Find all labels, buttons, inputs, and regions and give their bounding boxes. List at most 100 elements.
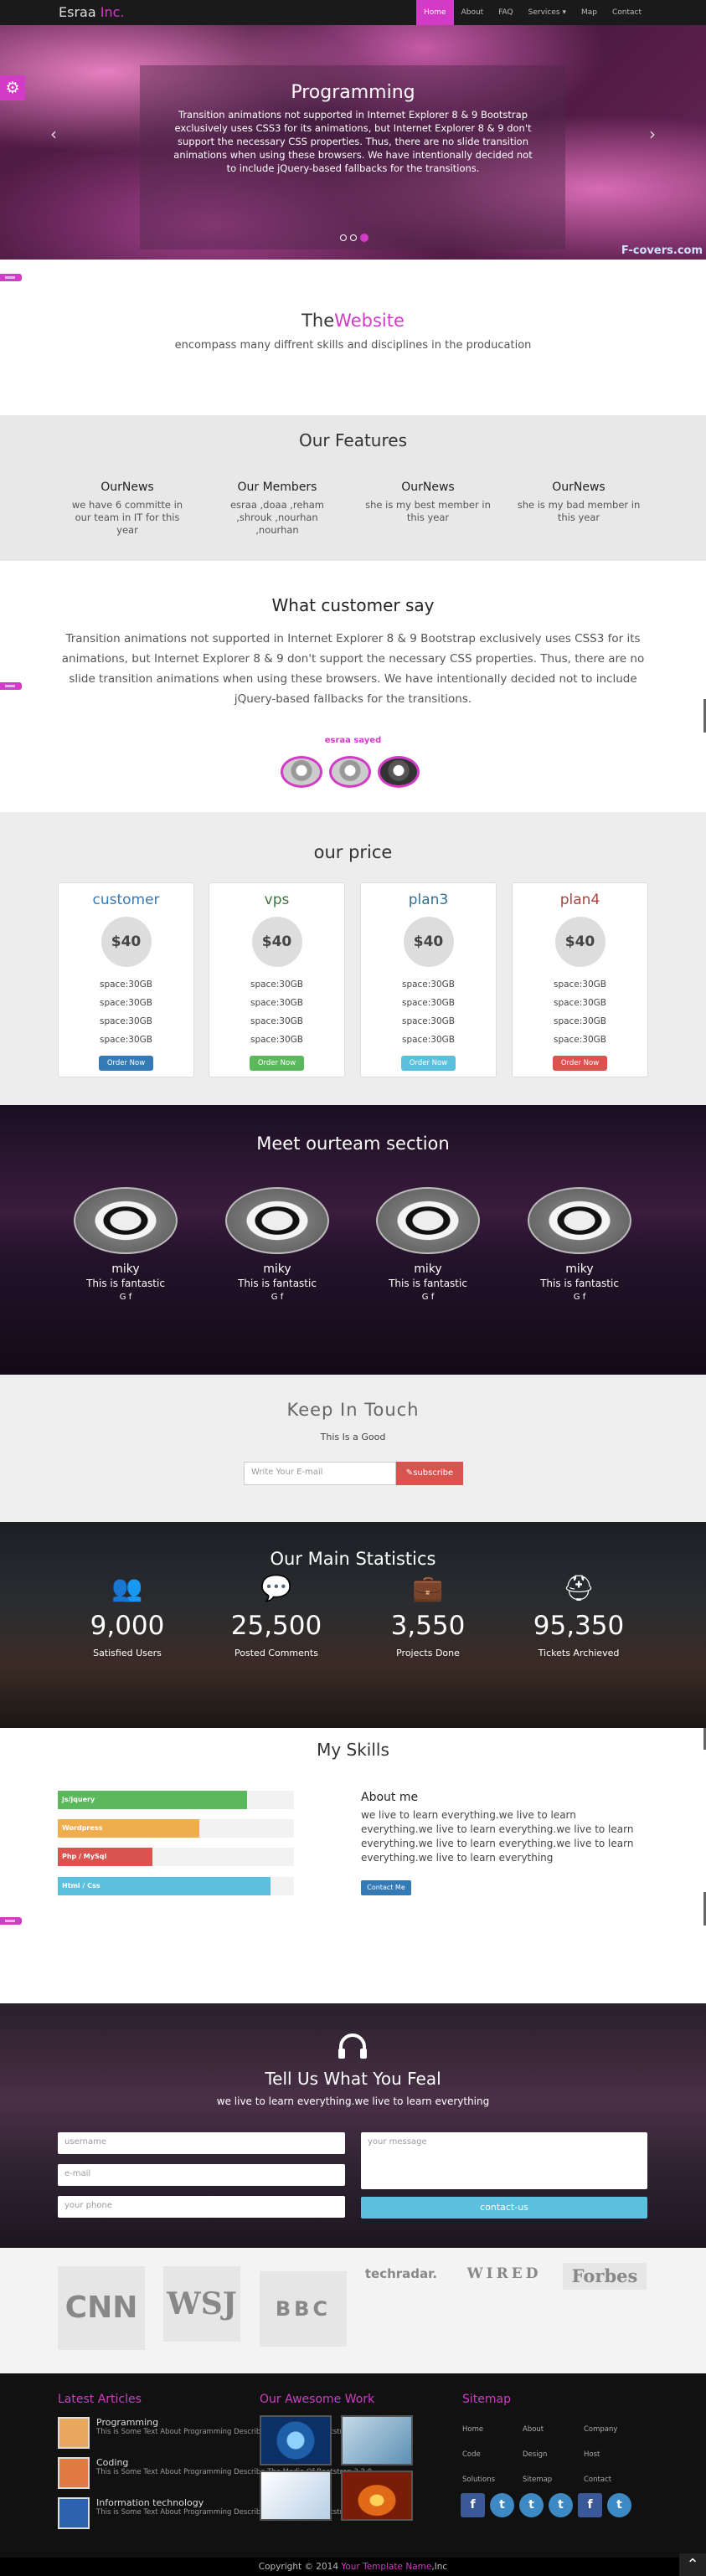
contact-section: Tell Us What You Feal we live to learn e… <box>0 2003 706 2248</box>
testimonial-thumb[interactable] <box>329 756 371 788</box>
gallery-image[interactable] <box>260 2471 332 2521</box>
stat-label: Projects Done <box>396 1648 460 1658</box>
stat-label: Tickets Archieved <box>538 1648 620 1658</box>
order-now-button[interactable]: Order Now <box>400 1056 456 1071</box>
plan-feature: space:30GB <box>99 1035 153 1045</box>
stat-value: 95,350 <box>533 1611 625 1641</box>
subscribe-button[interactable]: ✎subscribe <box>396 1462 463 1485</box>
plan-feature: space:30GB <box>250 979 304 990</box>
sitemap-link[interactable]: Company <box>584 2425 617 2434</box>
nav-services[interactable]: Services ▾ <box>521 0 574 25</box>
order-now-button[interactable]: Order Now <box>98 1056 154 1071</box>
article-thumbnail <box>58 2417 90 2449</box>
skill-progress: Php / MySql <box>58 1848 294 1866</box>
twitter-icon[interactable]: t <box>549 2493 573 2517</box>
comments-icon: 💬 <box>260 1574 292 1603</box>
testimonial-thumb-active[interactable] <box>378 756 420 788</box>
feature-text: she is my bad member in this year <box>517 499 641 523</box>
twitter-icon[interactable]: t <box>519 2493 544 2517</box>
team-avatar <box>528 1187 631 1254</box>
plan-feature: space:30GB <box>553 1035 607 1045</box>
gallery-image[interactable] <box>260 2415 332 2465</box>
sitemap-link[interactable]: Code <box>462 2450 481 2459</box>
features-title: Our Features <box>299 430 407 450</box>
website-heading: TheWebsite <box>0 311 706 331</box>
plan-feature: space:30GB <box>99 979 153 990</box>
username-input[interactable]: username <box>58 2132 345 2154</box>
users-icon: 👥 <box>111 1574 143 1603</box>
feature-title: OurNews <box>100 481 154 494</box>
carousel-indicator-2[interactable] <box>350 234 357 241</box>
plan-feature: space:30GB <box>250 998 304 1008</box>
contact-us-button[interactable]: contact-us <box>361 2197 647 2219</box>
team-member: miky This is fantastic G f <box>369 1187 487 1302</box>
message-textarea[interactable]: your message <box>361 2132 647 2189</box>
footer: Latest Articles Programming This is Some… <box>0 2373 706 2558</box>
carousel-indicator-3[interactable] <box>360 234 368 242</box>
plan-feature: space:30GB <box>250 1035 304 1045</box>
copyright-name[interactable]: Your Template Name <box>341 2562 431 2572</box>
headphones-icon <box>338 2034 367 2059</box>
gear-icon[interactable]: ⚙ <box>0 75 25 100</box>
nav-map[interactable]: Map <box>574 0 605 25</box>
contact-me-button[interactable]: Contact Me <box>361 1880 411 1895</box>
feature-item: OurNews she is my best member in this ye… <box>365 481 491 524</box>
brand-logo[interactable]: Esraa Inc. <box>59 4 124 20</box>
pricing-card: plan4 $40 space:30GB space:30GB space:30GB sp… <box>512 882 648 1077</box>
team-title: Meet ourteam section <box>256 1134 450 1154</box>
team-name: miky <box>263 1262 291 1276</box>
nav-about[interactable]: About <box>454 0 492 25</box>
sitemap-link[interactable]: Contact <box>584 2476 611 2484</box>
team-role: This is fantastic <box>86 1278 165 1289</box>
carousel-prev-icon[interactable]: ‹ <box>50 124 57 144</box>
nav-contact[interactable]: Contact <box>605 0 649 25</box>
team-social-icons[interactable]: G f <box>521 1293 638 1302</box>
side-marker <box>0 274 22 281</box>
twitter-icon[interactable]: t <box>490 2493 514 2517</box>
plan-feature: space:30GB <box>553 979 607 990</box>
feature-title: OurNews <box>401 481 455 494</box>
nav-home[interactable]: Home <box>416 0 454 25</box>
team-social-icons[interactable]: G f <box>219 1293 336 1302</box>
copyright-suffix: ,Inc <box>431 2562 448 2572</box>
lifebuoy-icon: ⛑ <box>562 1574 595 1603</box>
team-social-icons[interactable]: G f <box>369 1293 487 1302</box>
plan-feature: space:30GB <box>401 979 456 990</box>
bbc-logo: BBC <box>260 2271 347 2347</box>
email-input[interactable]: e-mail <box>58 2164 345 2186</box>
team-section: Meet ourteam section miky This is fantas… <box>0 1105 706 1375</box>
skill-bar-fill: Wordpress <box>58 1819 200 1838</box>
carousel-next-icon[interactable]: › <box>649 124 656 144</box>
main-nav: Home About FAQ Services ▾ Map Contact <box>416 0 649 25</box>
edit-icon: ✎ <box>405 1468 414 1478</box>
team-member: miky This is fantastic G f <box>67 1187 184 1302</box>
newsletter-email-input[interactable]: Write Your E-mail <box>244 1462 396 1485</box>
twitter-icon[interactable]: t <box>607 2493 631 2517</box>
team-avatar <box>376 1187 480 1254</box>
testimonial-thumb[interactable] <box>281 756 322 788</box>
gallery-image[interactable] <box>341 2415 413 2465</box>
phone-input[interactable]: your phone <box>58 2196 345 2218</box>
sitemap-link[interactable]: Sitemap <box>523 2476 552 2484</box>
gallery-image[interactable] <box>341 2471 413 2521</box>
sitemap-link[interactable]: Solutions <box>462 2476 495 2484</box>
testimonial-thumbnails <box>281 756 420 788</box>
plan-name: plan4 <box>559 892 600 908</box>
team-social-icons[interactable]: G f <box>67 1293 184 1302</box>
copyright-bar: Copyright © 2014 Your Template Name,Inc <box>0 2558 706 2576</box>
facebook-icon[interactable]: f <box>578 2493 602 2517</box>
sitemap-link[interactable]: Design <box>523 2450 547 2459</box>
sitemap-link[interactable]: Host <box>584 2450 600 2459</box>
scroll-top-icon[interactable]: ⌃ <box>679 2553 706 2576</box>
carousel-indicator-1[interactable] <box>340 234 347 241</box>
team-avatar <box>74 1187 178 1254</box>
order-now-button[interactable]: Order Now <box>249 1056 305 1071</box>
sitemap-link[interactable]: Home <box>462 2425 483 2434</box>
plan-name: plan3 <box>408 892 449 908</box>
sitemap-link[interactable]: About <box>523 2425 544 2434</box>
plan-name: customer <box>92 892 160 908</box>
nav-faq[interactable]: FAQ <box>491 0 520 25</box>
facebook-icon[interactable]: f <box>461 2493 485 2517</box>
team-avatar <box>225 1187 329 1254</box>
order-now-button[interactable]: Order Now <box>552 1056 608 1071</box>
